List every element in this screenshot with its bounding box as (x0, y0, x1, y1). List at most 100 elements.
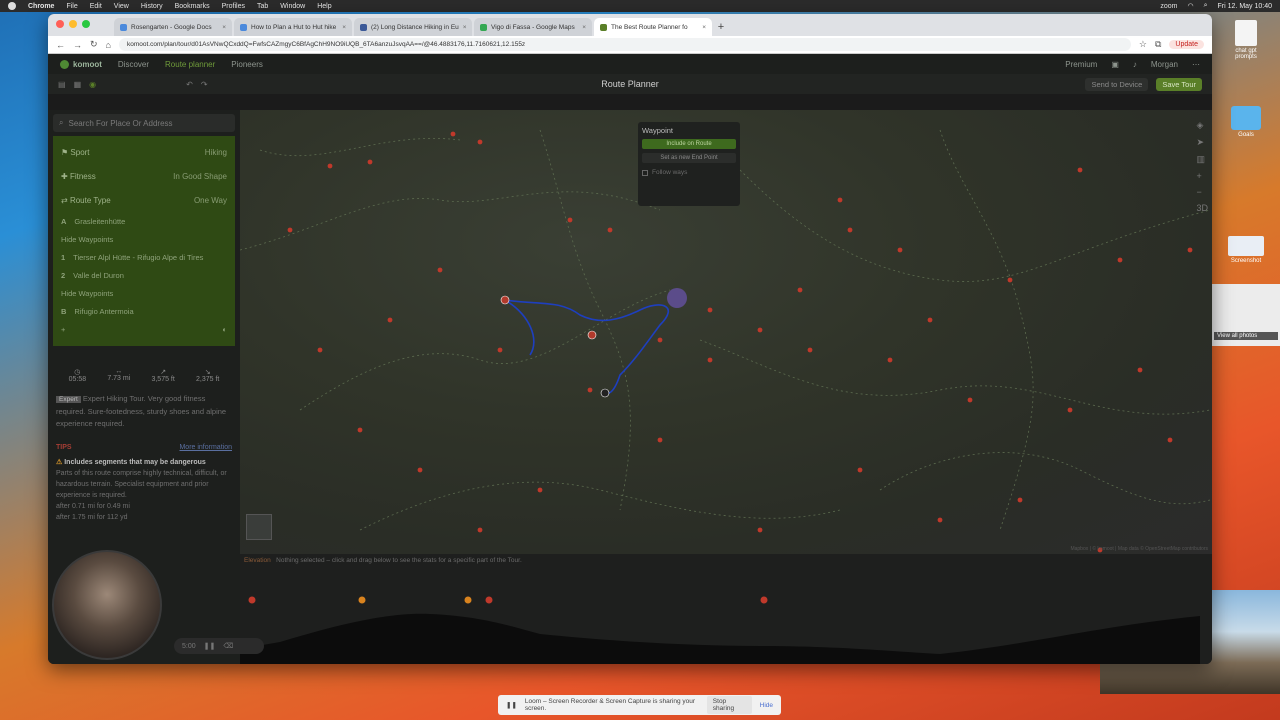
notification-bell-icon[interactable]: ♪ (1133, 60, 1137, 69)
trash-icon[interactable]: ⌫ (223, 642, 233, 650)
browser-tab[interactable]: Rosengarten - Google Docs × (114, 18, 232, 36)
back-icon[interactable]: ← (56, 40, 65, 50)
layers-icon[interactable]: ▥ (1196, 154, 1208, 165)
pause-icon[interactable]: ❚❚ (204, 642, 216, 650)
close-tab-icon[interactable]: × (342, 24, 346, 31)
hide-waypoints-link[interactable]: Hide Waypoints (61, 230, 227, 248)
wifi-icon[interactable]: ◠ (1188, 2, 1194, 10)
komoot-logo[interactable]: komoot (60, 59, 102, 69)
zoom-in-button[interactable]: + (1196, 171, 1208, 181)
selected-waypoint-marker[interactable] (667, 288, 687, 308)
poi-marker[interactable] (1067, 407, 1073, 413)
elevation-marker[interactable] (358, 596, 366, 604)
apple-icon[interactable] (8, 2, 16, 10)
route-line[interactable] (504, 299, 669, 395)
waypoint-item[interactable]: 2 Valle del Duron (61, 266, 227, 284)
browser-tab[interactable]: How to Plan a Hut to Hut hike × (234, 18, 352, 36)
close-tab-icon[interactable]: × (582, 24, 586, 31)
zoom-status[interactable]: zoom (1160, 3, 1177, 10)
elevation-marker[interactable] (464, 596, 472, 604)
desktop-file-chatgpt[interactable]: chat gpt prompts (1228, 20, 1264, 60)
poi-marker[interactable] (897, 247, 903, 253)
desktop-folder-goals[interactable]: Goals (1228, 106, 1264, 138)
close-tab-icon[interactable]: × (702, 24, 706, 31)
poi-marker[interactable] (317, 347, 323, 353)
route-waypoint-marker[interactable] (587, 330, 597, 340)
poi-marker[interactable] (887, 357, 893, 363)
poi-marker[interactable] (450, 131, 456, 137)
poi-marker[interactable] (657, 437, 663, 443)
browser-tab[interactable]: (2) Long Distance Hiking in Eu × (354, 18, 472, 36)
locate-icon[interactable]: ➤ (1196, 137, 1208, 148)
poi-marker[interactable] (807, 347, 813, 353)
new-tab-button[interactable]: + (714, 18, 728, 36)
poi-marker[interactable] (797, 287, 803, 293)
menu-window[interactable]: Window (280, 3, 305, 10)
home-icon[interactable]: ⌂ (106, 40, 111, 50)
webcam-bubble[interactable] (52, 550, 162, 660)
menu-view[interactable]: View (114, 3, 129, 10)
search-icon[interactable]: ⌕ (1204, 2, 1208, 10)
more-icon[interactable]: ⋯ (1192, 60, 1200, 69)
poi-marker[interactable] (707, 357, 713, 363)
bookmark-star-icon[interactable]: ☆ (1139, 39, 1147, 50)
poi-marker[interactable] (587, 387, 593, 393)
reload-icon[interactable]: ↻ (90, 39, 98, 50)
browser-tab[interactable]: Vigo di Fassa - Google Maps × (474, 18, 592, 36)
poi-marker[interactable] (1117, 257, 1123, 263)
zoom-window-button[interactable] (82, 20, 90, 28)
menu-help[interactable]: Help (317, 3, 331, 10)
forward-icon[interactable]: → (73, 40, 82, 50)
elevation-marker[interactable] (248, 596, 256, 604)
elevation-chart[interactable] (240, 554, 1212, 664)
close-tab-icon[interactable]: × (463, 24, 467, 31)
menu-edit[interactable]: Edit (90, 3, 102, 10)
route-map[interactable]: Waypoint Include on Route Set as new End… (240, 110, 1212, 554)
3d-toggle-icon[interactable]: 3D (1196, 203, 1208, 213)
poi-marker[interactable] (1137, 367, 1143, 373)
waypoint-item[interactable]: A Grasleitenhütte (61, 212, 227, 230)
elevation-profile[interactable]: Elevation Nothing selected – click and d… (240, 554, 1212, 664)
poi-marker[interactable] (437, 267, 443, 273)
poi-marker[interactable] (287, 227, 293, 233)
elevation-marker[interactable] (760, 596, 768, 604)
poi-marker[interactable] (1187, 247, 1193, 253)
gift-icon[interactable]: ▣ (1111, 60, 1119, 69)
poi-marker[interactable] (837, 197, 843, 203)
poi-marker[interactable] (967, 397, 973, 403)
route-type-select[interactable]: ⇄ Route Type One Way (61, 188, 227, 212)
poi-marker[interactable] (1167, 437, 1173, 443)
elevation-marker[interactable] (485, 596, 493, 604)
nav-route-planner[interactable]: Route planner (165, 60, 215, 69)
poi-marker[interactable] (477, 139, 483, 145)
recording-controls[interactable]: 5:00 ❚❚ ⌫ (174, 638, 264, 654)
add-waypoint-icon[interactable]: + (61, 325, 65, 334)
poi-marker[interactable] (387, 317, 393, 323)
poi-marker[interactable] (477, 527, 483, 533)
save-tour-button[interactable]: Save Tour (1156, 77, 1202, 91)
browser-tab-active[interactable]: The Best Route Planner fo × (594, 18, 712, 36)
set-end-point-button[interactable]: Set as new End Point (642, 153, 736, 163)
poi-marker[interactable] (707, 307, 713, 313)
follow-ways-checkbox[interactable]: Follow ways (642, 169, 736, 176)
menu-profiles[interactable]: Profiles (222, 3, 245, 10)
poi-marker[interactable] (537, 487, 543, 493)
menu-tab[interactable]: Tab (257, 3, 268, 10)
poi-marker[interactable] (367, 159, 373, 165)
send-to-device-button[interactable]: Send to Device (1085, 77, 1149, 91)
poi-marker[interactable] (357, 427, 363, 433)
menubar-datetime[interactable]: Fri 12. May 10:40 (1218, 3, 1272, 10)
poi-marker[interactable] (857, 467, 863, 473)
poi-marker[interactable] (497, 347, 503, 353)
poi-marker[interactable] (1077, 167, 1083, 173)
poi-marker[interactable] (417, 467, 423, 473)
close-tab-icon[interactable]: × (222, 24, 226, 31)
poi-marker[interactable] (847, 227, 853, 233)
menu-bookmarks[interactable]: Bookmarks (175, 3, 210, 10)
minimize-window-button[interactable] (69, 20, 77, 28)
premium-link[interactable]: Premium (1065, 60, 1097, 69)
fitness-select[interactable]: ✚ Fitness In Good Shape (61, 164, 227, 188)
waypoint-item[interactable]: B Rifugio Antermoia (61, 302, 227, 320)
place-search-input[interactable]: ⌕ Search For Place Or Address (53, 114, 235, 132)
more-information-link[interactable]: More information (179, 444, 232, 451)
